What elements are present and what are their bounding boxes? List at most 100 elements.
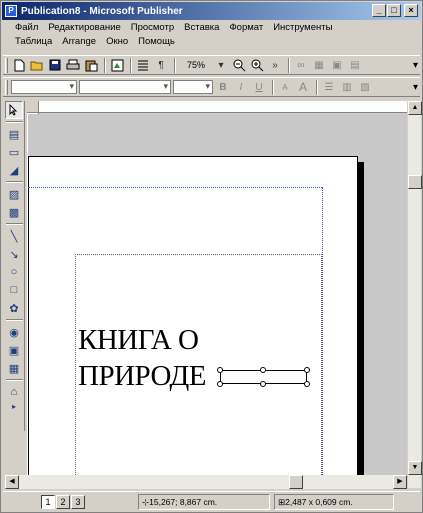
scroll-up-button[interactable]: ▲ [408, 101, 422, 115]
table-icon[interactable]: ▤ [347, 57, 363, 73]
menu-file[interactable]: Файл [15, 21, 38, 35]
margin-guide-horizontal [28, 187, 322, 188]
save-icon[interactable] [47, 57, 63, 73]
document-text[interactable]: КНИГА О ПРИРОДЕ [78, 322, 207, 394]
picture-frame-icon[interactable]: ▣ [329, 57, 345, 73]
font-size-select[interactable] [173, 80, 213, 94]
increase-font-button[interactable]: A [295, 79, 311, 95]
position-readout: 15,267; 8,867 cm. [149, 496, 218, 507]
title-bar: P Publication8 - Microsoft Publisher _ □… [2, 2, 421, 20]
table-tool-icon[interactable]: ▭ [5, 143, 23, 161]
toolbar-grip[interactable] [5, 79, 8, 95]
text-box-tool-icon[interactable]: ▤ [5, 125, 23, 143]
clipart-tool-icon[interactable]: ▩ [5, 203, 23, 221]
rectangle-tool-icon[interactable]: □ [5, 281, 23, 299]
more-options-icon[interactable]: » [267, 57, 283, 73]
position-icon: ⊹ [142, 496, 150, 507]
menu-edit[interactable]: Редактирование [48, 21, 120, 35]
standard-toolbar: ¶ 75% ▾ » ∞ ▦ ▣ ▤ ▾ [3, 55, 420, 75]
toolbar-separator [288, 57, 290, 73]
toolbar-options-icon[interactable]: ▾ [413, 82, 418, 93]
page-3-button[interactable]: 3 [71, 494, 85, 509]
resize-handle[interactable] [304, 381, 310, 387]
scroll-thumb[interactable] [408, 175, 422, 189]
italic-button[interactable]: I [233, 79, 249, 95]
ruler-corner[interactable] [27, 101, 39, 113]
formatting-toolbar: B I U A A ☰ ▥ ▧ ▾ [3, 77, 420, 97]
html-fragment-tool-icon[interactable]: ▦ [5, 359, 23, 377]
wordart-tool-icon[interactable]: ◢ [5, 161, 23, 179]
more-tools-icon[interactable]: ▸ [5, 401, 23, 411]
style-select[interactable] [11, 80, 77, 94]
underline-button[interactable]: U [251, 79, 267, 95]
hotspot-tool-icon[interactable]: ◉ [5, 323, 23, 341]
toolbar-separator [130, 57, 132, 73]
menu-window[interactable]: Окно [106, 35, 128, 49]
publisher-app-icon[interactable]: P [5, 5, 17, 17]
picture-tool-icon[interactable]: ▨ [5, 185, 23, 203]
custom-shapes-tool-icon[interactable]: ✿ [5, 299, 23, 317]
toolbar-separator [104, 57, 106, 73]
format-painter-icon[interactable] [109, 57, 125, 73]
arrow-tool-icon[interactable]: ↘ [5, 245, 23, 263]
menu-arrange[interactable]: Arrange [62, 35, 96, 49]
decrease-font-button[interactable]: A [277, 79, 293, 95]
resize-handle[interactable] [304, 367, 310, 373]
menu-view[interactable]: Просмотр [131, 21, 174, 35]
minimize-button[interactable]: _ [372, 4, 386, 17]
size-panel: ⊞ 2,487 x 0,609 cm. [274, 493, 394, 510]
toolbar-separator [272, 79, 274, 95]
paste-icon[interactable] [83, 57, 99, 73]
line-spacing-icon[interactable]: ☰ [321, 79, 337, 95]
status-bar: 1 2 3 ⊹ 15,267; 8,867 cm. ⊞ 2,487 x 0,60… [3, 491, 420, 511]
zoom-out-icon[interactable] [231, 57, 247, 73]
horizontal-scroll-thumb[interactable] [289, 475, 303, 489]
scroll-left-button[interactable]: ◀ [5, 475, 19, 489]
document-workspace[interactable]: КНИГА О ПРИРОДЕ [28, 114, 407, 487]
menu-table[interactable]: Таблица [15, 35, 52, 49]
frame-icon[interactable]: ▦ [311, 57, 327, 73]
design-gallery-tool-icon[interactable]: ⌂ [5, 383, 23, 401]
zoom-dropdown-icon[interactable]: ▾ [213, 57, 229, 73]
toolbar-options-icon[interactable]: ▾ [413, 60, 418, 71]
zoom-in-icon[interactable] [249, 57, 265, 73]
pointer-tool-icon[interactable] [5, 101, 23, 119]
page-1-button[interactable]: 1 [41, 494, 55, 509]
menu-tools[interactable]: Инструменты [273, 21, 332, 35]
resize-handle[interactable] [217, 381, 223, 387]
zoom-field[interactable]: 75% [179, 60, 213, 70]
oval-tool-icon[interactable]: ○ [5, 263, 23, 281]
vertical-scrollbar[interactable]: ▲ ▼ [407, 101, 422, 488]
form-control-tool-icon[interactable]: ▣ [5, 341, 23, 359]
print-icon[interactable] [65, 57, 81, 73]
close-button[interactable]: × [404, 4, 418, 17]
font-select[interactable] [79, 80, 171, 94]
scroll-right-button[interactable]: ▶ [393, 475, 407, 489]
menu-format[interactable]: Формат [229, 21, 263, 35]
resize-handle[interactable] [260, 381, 266, 387]
menu-insert[interactable]: Вставка [184, 21, 219, 35]
resize-handle[interactable] [217, 367, 223, 373]
border-icon[interactable]: ▧ [357, 79, 373, 95]
bold-button[interactable]: B [215, 79, 231, 95]
size-readout: 2,487 x 0,609 cm. [285, 496, 353, 507]
maximize-button[interactable]: □ [387, 4, 401, 17]
menu-help[interactable]: Помощь [138, 35, 175, 49]
scroll-down-button[interactable]: ▼ [408, 461, 422, 475]
position-panel: ⊹ 15,267; 8,867 cm. [138, 493, 270, 510]
horizontal-scrollbar[interactable]: ◀ ▶ [5, 475, 407, 489]
new-icon[interactable] [11, 57, 27, 73]
line-tool-icon[interactable]: ╲ [5, 227, 23, 245]
paragraph-icon[interactable]: ¶ [153, 57, 169, 73]
page-2-button[interactable]: 2 [56, 494, 70, 509]
horizontal-ruler[interactable] [27, 101, 407, 113]
align-icon[interactable] [135, 57, 151, 73]
objects-toolbar: ▤ ▭ ◢ ▨ ▩ ╲ ↘ ○ □ ✿ ◉ ▣ ▦ ⌂ ▸ [5, 101, 25, 431]
open-icon[interactable] [29, 57, 45, 73]
resize-handle[interactable] [260, 367, 266, 373]
document-text-line-2: ПРИРОДЕ [78, 360, 207, 392]
toolbar-grip[interactable] [5, 57, 8, 73]
document-text-line-1: КНИГА О [78, 324, 199, 356]
fill-color-icon[interactable]: ▥ [339, 79, 355, 95]
link-icon[interactable]: ∞ [293, 57, 309, 73]
